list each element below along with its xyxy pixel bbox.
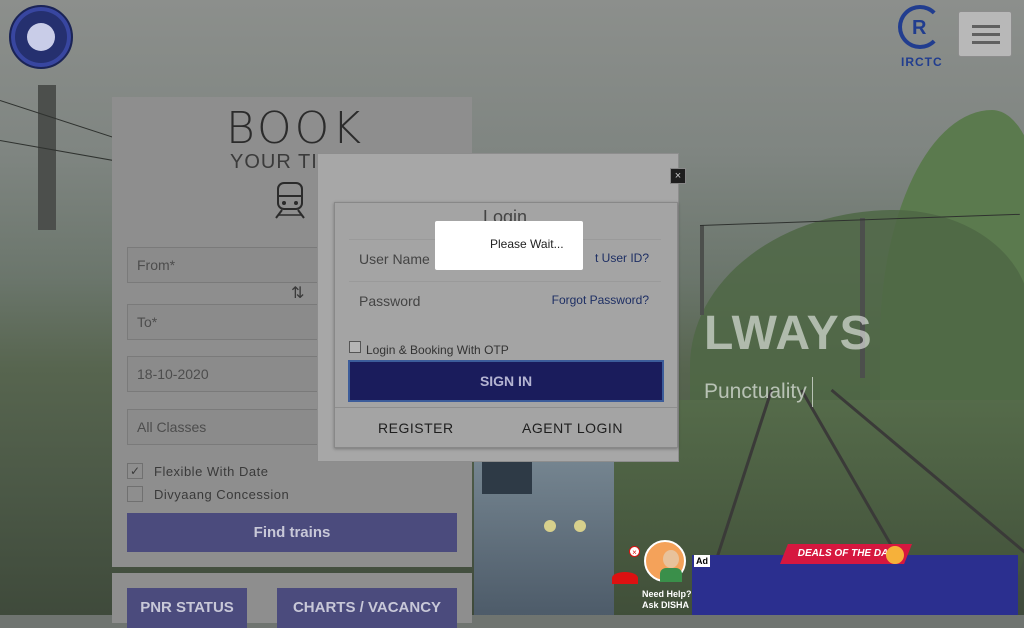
hero-subline: Punctuality — [704, 380, 807, 403]
flexible-date-checkbox[interactable]: ✓ — [127, 463, 143, 479]
quick-links-panel: PNR STATUS CHARTS / VACANCY — [112, 573, 472, 628]
disha-need-help: Need Help? — [642, 589, 692, 599]
disha-ask: Ask DISHA — [642, 600, 690, 610]
booking-title: BOOK — [226, 103, 365, 154]
menu-bar — [972, 25, 1000, 28]
please-wait-dialog: Please Wait... — [435, 221, 583, 270]
disha-close-icon[interactable]: × — [629, 546, 640, 557]
irctc-logo[interactable]: R IRCTC — [896, 5, 948, 69]
disha-avatar — [644, 540, 686, 582]
disha-help-text: Need Help? Ask DISHA — [642, 589, 692, 611]
train-image — [474, 440, 614, 615]
flexible-date-label: Flexible With Date — [154, 464, 269, 479]
forgot-password-link[interactable]: Forgot Password? — [552, 293, 649, 307]
login-footer: REGISTER AGENT LOGIN — [335, 407, 677, 448]
disha-face — [663, 550, 679, 568]
train-lamp — [544, 520, 556, 532]
forgot-user-id-link[interactable]: t User ID? — [595, 251, 649, 265]
menu-bar — [972, 41, 1000, 44]
password-field[interactable]: Password Forgot Password? — [349, 281, 661, 322]
otp-login-label: Login & Booking With OTP — [366, 343, 509, 357]
divyaang-checkbox[interactable] — [127, 486, 143, 502]
indian-railways-logo[interactable] — [9, 5, 73, 69]
train-lamp — [574, 520, 586, 532]
find-trains-button[interactable]: Find trains — [127, 513, 457, 552]
menu-bar — [972, 33, 1000, 36]
login-modal: × Login User Name t User ID? Password Fo… — [317, 153, 686, 462]
close-icon[interactable]: × — [670, 168, 686, 184]
background-pole — [38, 85, 56, 230]
sign-in-button[interactable]: SIGN IN — [348, 360, 664, 402]
irctc-logo-text: IRCTC — [901, 55, 943, 69]
ad-banner[interactable] — [692, 555, 1018, 615]
pnr-status-button[interactable]: PNR STATUS — [127, 588, 247, 628]
register-button[interactable]: REGISTER — [378, 420, 454, 436]
deals-sun-icon — [886, 546, 904, 564]
hero-headline: LWAYS — [704, 307, 873, 360]
password-label: Password — [359, 293, 421, 309]
swap-stations-icon[interactable]: ⇅ — [291, 283, 304, 303]
ad-badge: Ad — [694, 555, 710, 567]
hero-separator — [812, 377, 813, 407]
logo-emblem — [27, 23, 55, 51]
train-icon — [275, 182, 305, 219]
class-select[interactable]: All Classes — [127, 409, 347, 445]
divyaang-label: Divyaang Concession — [154, 487, 290, 502]
flag-icon — [612, 572, 638, 584]
irctc-logo-mark: R — [912, 17, 927, 39]
otp-login-checkbox[interactable] — [349, 341, 361, 353]
hamburger-menu-icon[interactable] — [958, 11, 1012, 57]
journey-date-input[interactable]: 18-10-2020 — [127, 356, 347, 392]
background-pole — [700, 225, 704, 315]
please-wait-text: Please Wait... — [490, 237, 564, 251]
charts-vacancy-button[interactable]: CHARTS / VACANCY — [277, 588, 457, 628]
username-label: User Name — [359, 251, 430, 267]
disha-chatbot[interactable]: Need Help? Ask DISHA — [640, 540, 692, 615]
agent-login-button[interactable]: AGENT LOGIN — [522, 420, 623, 436]
to-station-input[interactable]: To* — [127, 304, 347, 340]
from-station-input[interactable]: From* — [127, 247, 347, 283]
disha-body — [660, 568, 682, 582]
